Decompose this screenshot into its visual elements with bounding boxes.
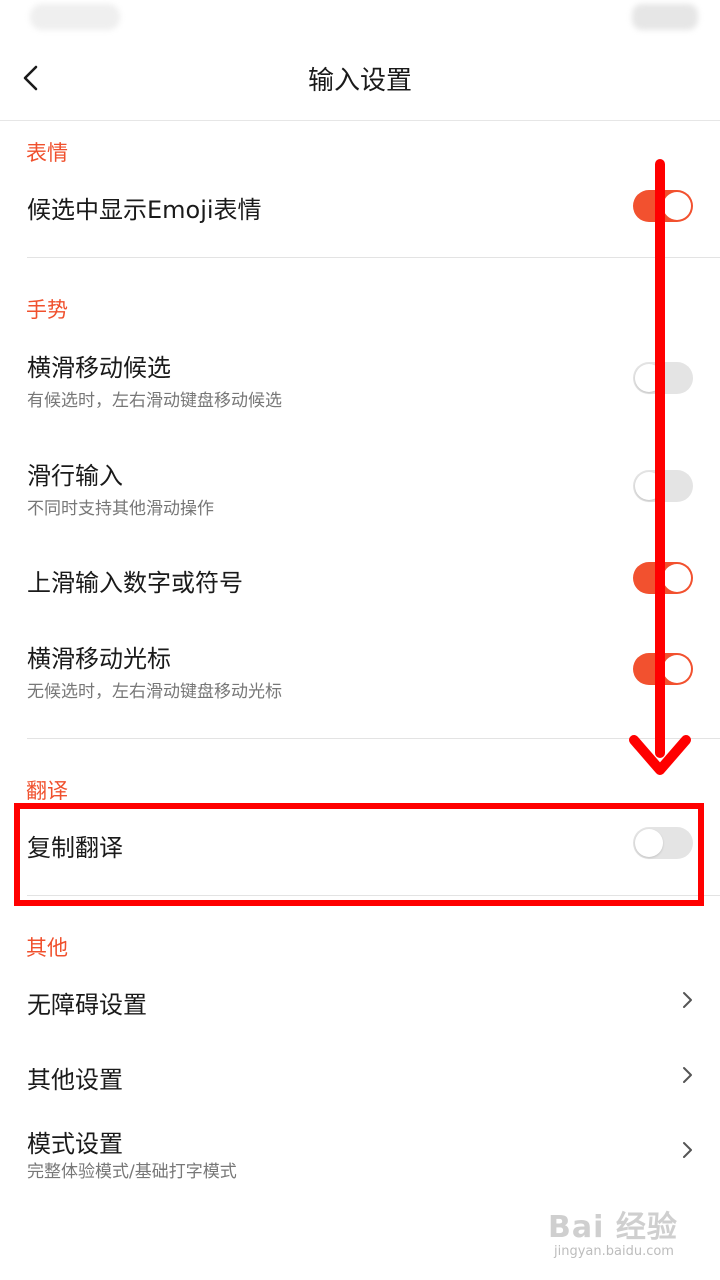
nav-bar: 输入设置 [0, 36, 720, 121]
chevron-right-icon[interactable] [678, 1063, 698, 1087]
item-title-swipe-candidates: 横滑移动候选 [27, 354, 171, 382]
annotation-down-arrow [629, 159, 691, 775]
divider [27, 738, 720, 739]
chevron-right-icon[interactable] [678, 1138, 698, 1162]
watermark-logo: Bai 经验 [548, 1210, 678, 1245]
status-bar [0, 0, 720, 36]
section-title-other: 其他 [26, 936, 68, 960]
watermark-url: jingyan.baidu.com [554, 1244, 674, 1259]
status-bar-icons-blurred [632, 4, 698, 30]
item-subtitle-swipe-candidates: 有候选时，左右滑动键盘移动候选 [27, 391, 282, 411]
item-subtitle-mode-settings: 完整体验模式/基础打字模式 [27, 1162, 237, 1182]
status-bar-time-blurred [30, 4, 120, 30]
item-title-swipe-up-symbols: 上滑输入数字或符号 [27, 569, 243, 597]
divider [27, 257, 720, 258]
section-title-gesture: 手势 [26, 298, 68, 322]
watermark: Bai 经验 jingyan.baidu.com [548, 1198, 708, 1268]
chevron-right-icon[interactable] [678, 988, 698, 1012]
page-title: 输入设置 [307, 66, 412, 96]
item-title-emoji-candidates: 候选中显示Emoji表情 [27, 196, 262, 224]
item-title-accessibility[interactable]: 无障碍设置 [27, 985, 147, 1020]
item-title-mode-settings[interactable]: 模式设置 [27, 1124, 123, 1159]
section-title-translate: 翻译 [26, 779, 68, 803]
section-title-emoji: 表情 [26, 141, 68, 165]
annotation-highlight-box [14, 803, 704, 906]
item-title-swipe-cursor: 横滑移动光标 [27, 645, 171, 673]
item-title-glide-input: 滑行输入 [27, 462, 123, 490]
item-subtitle-glide-input: 不同时支持其他滑动操作 [27, 499, 214, 519]
item-title-other-settings[interactable]: 其他设置 [27, 1060, 123, 1095]
item-subtitle-swipe-cursor: 无候选时，左右滑动键盘移动光标 [27, 682, 282, 702]
